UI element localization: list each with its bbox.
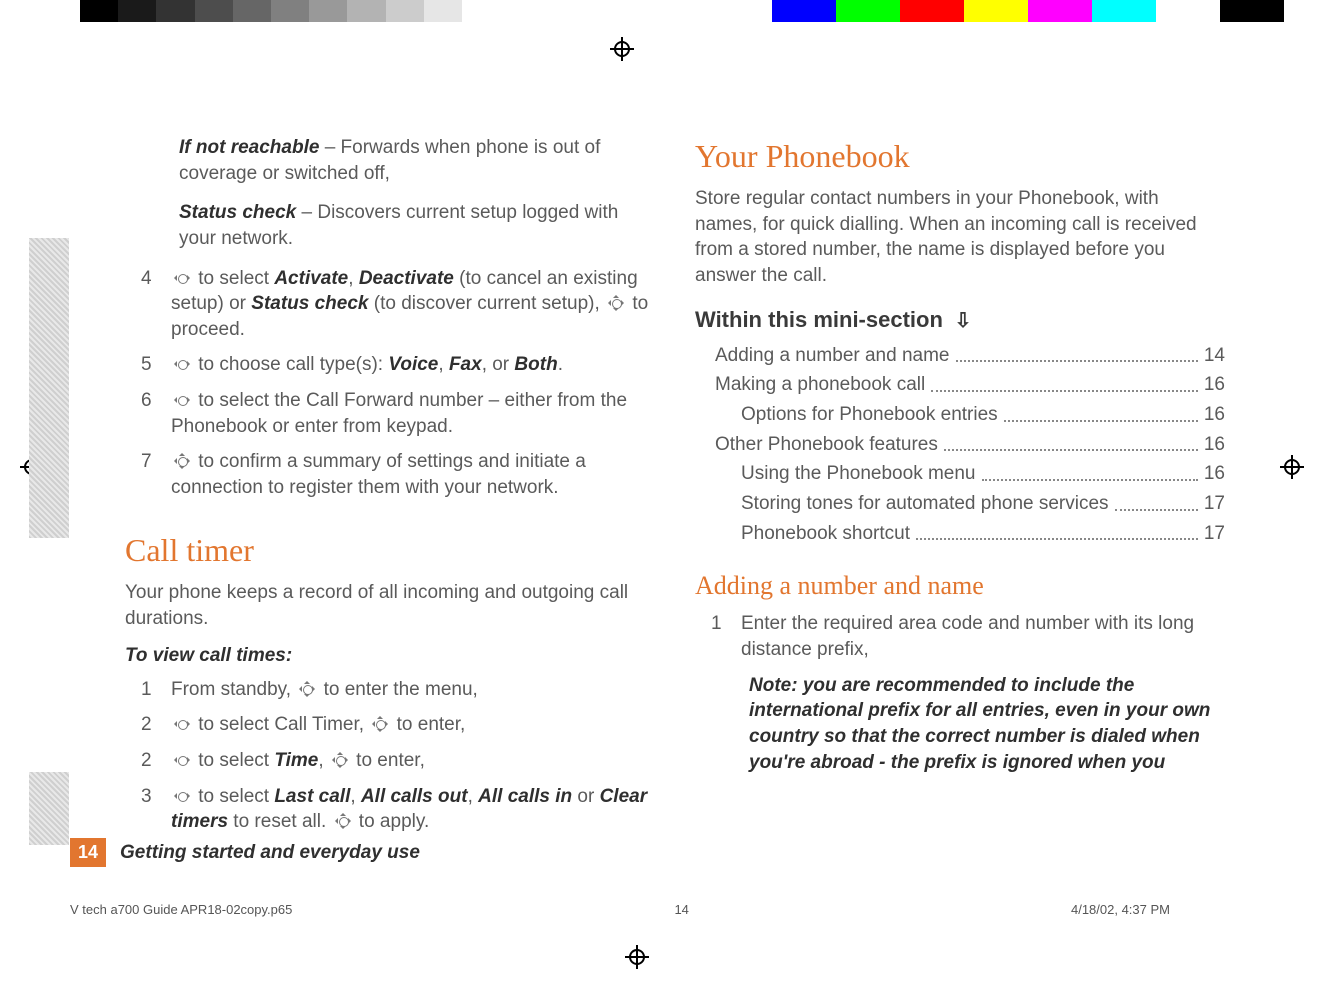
step-6: 6 to select the Call Forward number – ei… [141,388,655,439]
nav-key-icon [329,751,351,769]
toc-entry: Phonebook shortcut 17 [741,521,1225,547]
add-step-1: 1 Enter the required area code and numbe… [711,611,1225,662]
step-number: 5 [141,352,171,378]
step-7: 7 to confirm a summary of settings and i… [141,449,655,500]
thumb-index-tab [29,238,69,538]
source-filename: V tech a700 Guide APR18-02copy.p65 [70,902,292,917]
toc-leader-dots [982,461,1198,481]
toc-leader-dots [944,432,1198,452]
toc-entry: Other Phonebook features 16 [715,432,1225,458]
nav-key-icon [171,269,193,287]
nav-key-icon [171,452,193,470]
thumb-index-tab [29,772,69,845]
mini-toc: Adding a number and name 14 Making a phone… [695,343,1225,546]
step-number: 4 [141,266,171,343]
nav-key-icon [332,812,354,830]
step-4: 4 to select Activate, Deactivate (to can… [141,266,655,343]
registration-mark-icon [625,945,649,969]
step-number: 3 [141,784,171,835]
nav-key-icon [171,355,193,373]
registration-mark-icon [1280,455,1304,479]
step-number: 1 [141,677,171,703]
page-footer: 14 Getting started and everyday use [70,838,420,867]
status-check-item: Status check – Discovers current setup l… [179,200,655,251]
nav-key-icon [171,751,193,769]
toc-page: 16 [1204,402,1225,428]
toc-title: Adding a number and name [715,343,950,369]
toc-page: 16 [1204,461,1225,487]
if-not-reachable-item: If not reachable – Forwards when phone i… [179,135,655,186]
note-text: Note: you are recommended to include the… [749,673,1225,776]
adding-number-heading: Adding a number and name [695,568,1225,603]
ct-step-2a: 2 to select Call Timer, to enter, [141,712,655,738]
right-column: Your Phonebook Store regular contact num… [695,135,1225,845]
ct-step-2b: 2 to select Time, to enter, [141,748,655,774]
step-number: 6 [141,388,171,439]
toc-page: 17 [1204,521,1225,547]
nav-key-icon [171,787,193,805]
toc-leader-dots [1004,402,1198,422]
toc-title: Other Phonebook features [715,432,938,458]
toc-entry: Options for Phonebook entries 16 [741,402,1225,428]
nav-key-icon [296,680,318,698]
call-timer-intro: Your phone keeps a record of all incomin… [125,580,655,631]
toc-page: 16 [1204,432,1225,458]
toc-entry: Storing tones for automated phone servic… [741,491,1225,517]
chapter-title: Getting started and everyday use [120,842,420,864]
toc-page: 17 [1204,491,1225,517]
nav-key-icon [369,715,391,733]
ct-step-1: 1 From standby, to enter the menu, [141,677,655,703]
source-page: 14 [674,902,688,917]
step-number: 2 [141,712,171,738]
nav-key-icon [605,294,627,312]
call-timer-heading: Call timer [125,529,655,572]
nav-key-icon [171,391,193,409]
toc-title: Using the Phonebook menu [741,461,976,487]
mini-section-heading: Within this mini-section ⇩ [695,305,1225,335]
step-number: 2 [141,748,171,774]
color-calibration-bar [772,0,1284,22]
toc-leader-dots [916,521,1198,541]
grayscale-calibration-bar [80,0,500,22]
step-number: 1 [711,611,741,662]
phonebook-intro: Store regular contact numbers in your Ph… [695,186,1225,289]
registration-mark-icon [610,37,634,61]
toc-entry: Using the Phonebook menu 16 [741,461,1225,487]
toc-title: Options for Phonebook entries [741,402,998,428]
down-arrow-icon: ⇩ [949,310,971,332]
toc-page: 14 [1204,343,1225,369]
step-5: 5 to choose call type(s): Voice, Fax, or… [141,352,655,378]
your-phonebook-heading: Your Phonebook [695,135,1225,178]
step-number: 7 [141,449,171,500]
ct-step-3: 3 to select Last call, All calls out, Al… [141,784,655,835]
toc-title: Phonebook shortcut [741,521,910,547]
nav-key-icon [171,715,193,733]
page-number-badge: 14 [70,838,106,867]
toc-title: Making a phonebook call [715,372,925,398]
toc-leader-dots [956,343,1198,363]
toc-title: Storing tones for automated phone servic… [741,491,1109,517]
if-not-reachable-label: If not reachable [179,137,319,158]
to-view-call-times-heading: To view call times: [125,643,655,669]
toc-leader-dots [1115,491,1198,511]
left-column: If not reachable – Forwards when phone i… [125,135,655,845]
status-check-label: Status check [179,202,296,223]
toc-leader-dots [931,372,1198,392]
toc-page: 16 [1204,372,1225,398]
toc-entry: Adding a number and name 14 [715,343,1225,369]
toc-entry: Making a phonebook call 16 [715,372,1225,398]
print-timestamp: 4/18/02, 4:37 PM [1071,902,1170,917]
print-metadata: V tech a700 Guide APR18-02copy.p65 14 4/… [70,902,1170,917]
